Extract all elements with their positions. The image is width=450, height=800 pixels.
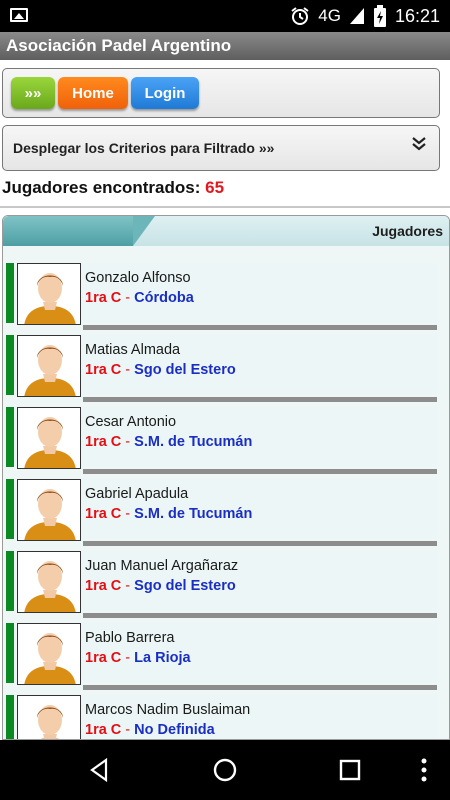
filter-label: Desplegar los Criterios para Filtrado »» xyxy=(13,140,275,156)
chevron-double-down-icon xyxy=(412,137,426,151)
network-type: 4G xyxy=(318,6,341,25)
player-category: 1ra C xyxy=(85,506,122,522)
list-item[interactable]: Pablo Barrera 1ra C - La Rioja xyxy=(3,621,449,693)
player-meta: 1ra C - La Rioja xyxy=(85,650,191,666)
separator: - xyxy=(121,722,135,738)
player-location: S.M. de Tucumán xyxy=(134,434,253,450)
nav-bar: »» Home Login xyxy=(2,68,440,118)
separator: - xyxy=(121,434,135,450)
app-title: Asociación Padel Argentino xyxy=(0,32,450,60)
row-separator xyxy=(83,469,437,474)
results-count: Jugadores encontrados: 65 xyxy=(2,178,224,198)
player-name: Juan Manuel Argañaraz xyxy=(85,558,239,574)
row-status-bar xyxy=(6,263,14,323)
player-category: 1ra C xyxy=(85,434,122,450)
separator: - xyxy=(121,506,135,522)
overflow-menu-icon[interactable] xyxy=(410,756,438,784)
avatar-icon xyxy=(17,335,81,397)
avatar-icon xyxy=(17,623,81,685)
avatar-icon xyxy=(17,407,81,469)
alarm-icon xyxy=(291,7,309,25)
panel-tab xyxy=(3,216,155,246)
row-separator xyxy=(83,613,437,618)
row-separator xyxy=(83,541,437,546)
player-category: 1ra C xyxy=(85,650,122,666)
player-name: Marcos Nadim Buslaiman xyxy=(85,702,251,718)
status-bar: 4G 16:21 xyxy=(0,0,450,32)
row-status-bar xyxy=(6,335,14,395)
clock: 16:21 xyxy=(394,5,440,26)
login-button[interactable]: Login xyxy=(131,77,199,109)
battery-icon xyxy=(373,5,386,27)
list-item[interactable]: Cesar Antonio 1ra C - S.M. de Tucumán xyxy=(3,405,449,477)
home-circle-icon[interactable] xyxy=(211,756,239,784)
player-category: 1ra C xyxy=(85,362,122,378)
avatar-icon xyxy=(17,479,81,541)
divider xyxy=(0,206,450,208)
system-nav-bar xyxy=(0,740,450,800)
player-meta: 1ra C - Córdoba xyxy=(85,290,194,306)
row-status-bar xyxy=(6,695,14,739)
home-button[interactable]: Home xyxy=(58,77,128,109)
row-separator xyxy=(83,325,437,330)
player-meta: 1ra C - Sgo del Estero xyxy=(85,578,236,594)
status-icons: 4G 16:21 xyxy=(290,4,440,28)
player-name: Pablo Barrera xyxy=(85,630,175,646)
player-category: 1ra C xyxy=(85,290,122,306)
results-label: Jugadores encontrados: xyxy=(2,178,201,197)
list-item[interactable]: Marcos Nadim Buslaiman 1ra C - No Definid… xyxy=(3,693,449,739)
player-meta: 1ra C - No Definida xyxy=(85,722,215,738)
player-meta: 1ra C - S.M. de Tucumán xyxy=(85,506,252,522)
list-item[interactable]: Gabriel Apadula 1ra C - S.M. de Tucumán xyxy=(3,477,449,549)
player-meta: 1ra C - S.M. de Tucumán xyxy=(85,434,252,450)
image-icon xyxy=(10,8,28,22)
separator: - xyxy=(121,290,135,306)
player-location: S.M. de Tucumán xyxy=(134,506,253,522)
panel-title: Jugadores xyxy=(372,223,443,239)
results-number: 65 xyxy=(205,178,225,197)
filter-toggle[interactable]: Desplegar los Criterios para Filtrado »» xyxy=(2,125,440,171)
player-location: Córdoba xyxy=(134,290,194,306)
player-name: Gonzalo Alfonso xyxy=(85,270,191,286)
players-list: Gonzalo Alfonso 1ra C - Córdoba Matias Alm… xyxy=(3,261,449,739)
signal-icon xyxy=(349,8,364,24)
list-item[interactable]: Gonzalo Alfonso 1ra C - Córdoba xyxy=(3,261,449,333)
player-meta: 1ra C - Sgo del Estero xyxy=(85,362,236,378)
row-status-bar xyxy=(6,551,14,611)
row-status-bar xyxy=(6,479,14,539)
list-item[interactable]: Juan Manuel Argañaraz 1ra C - Sgo del Est… xyxy=(3,549,449,621)
back-icon[interactable] xyxy=(86,756,114,784)
players-panel: Jugadores Gonzalo Alfonso 1ra C - Córdoba… xyxy=(2,215,450,740)
player-category: 1ra C xyxy=(85,722,122,738)
player-name: Cesar Antonio xyxy=(85,414,177,430)
avatar-icon xyxy=(17,263,81,325)
player-name: Matias Almada xyxy=(85,342,181,358)
panel-header: Jugadores xyxy=(3,216,449,246)
recents-icon[interactable] xyxy=(336,756,364,784)
avatar-icon xyxy=(17,695,81,739)
player-location: Sgo del Estero xyxy=(134,362,236,378)
separator: - xyxy=(121,650,135,666)
list-item[interactable]: Matias Almada 1ra C - Sgo del Estero xyxy=(3,333,449,405)
player-name: Gabriel Apadula xyxy=(85,486,189,502)
player-location: Sgo del Estero xyxy=(134,578,236,594)
separator: - xyxy=(121,578,135,594)
row-separator xyxy=(83,397,437,402)
row-status-bar xyxy=(6,623,14,683)
player-category: 1ra C xyxy=(85,578,122,594)
more-button[interactable]: »» xyxy=(11,77,55,109)
player-location: No Definida xyxy=(134,722,215,738)
row-status-bar xyxy=(6,407,14,467)
player-location: La Rioja xyxy=(134,650,191,666)
avatar-icon xyxy=(17,551,81,613)
row-separator xyxy=(83,685,437,690)
separator: - xyxy=(121,362,135,378)
